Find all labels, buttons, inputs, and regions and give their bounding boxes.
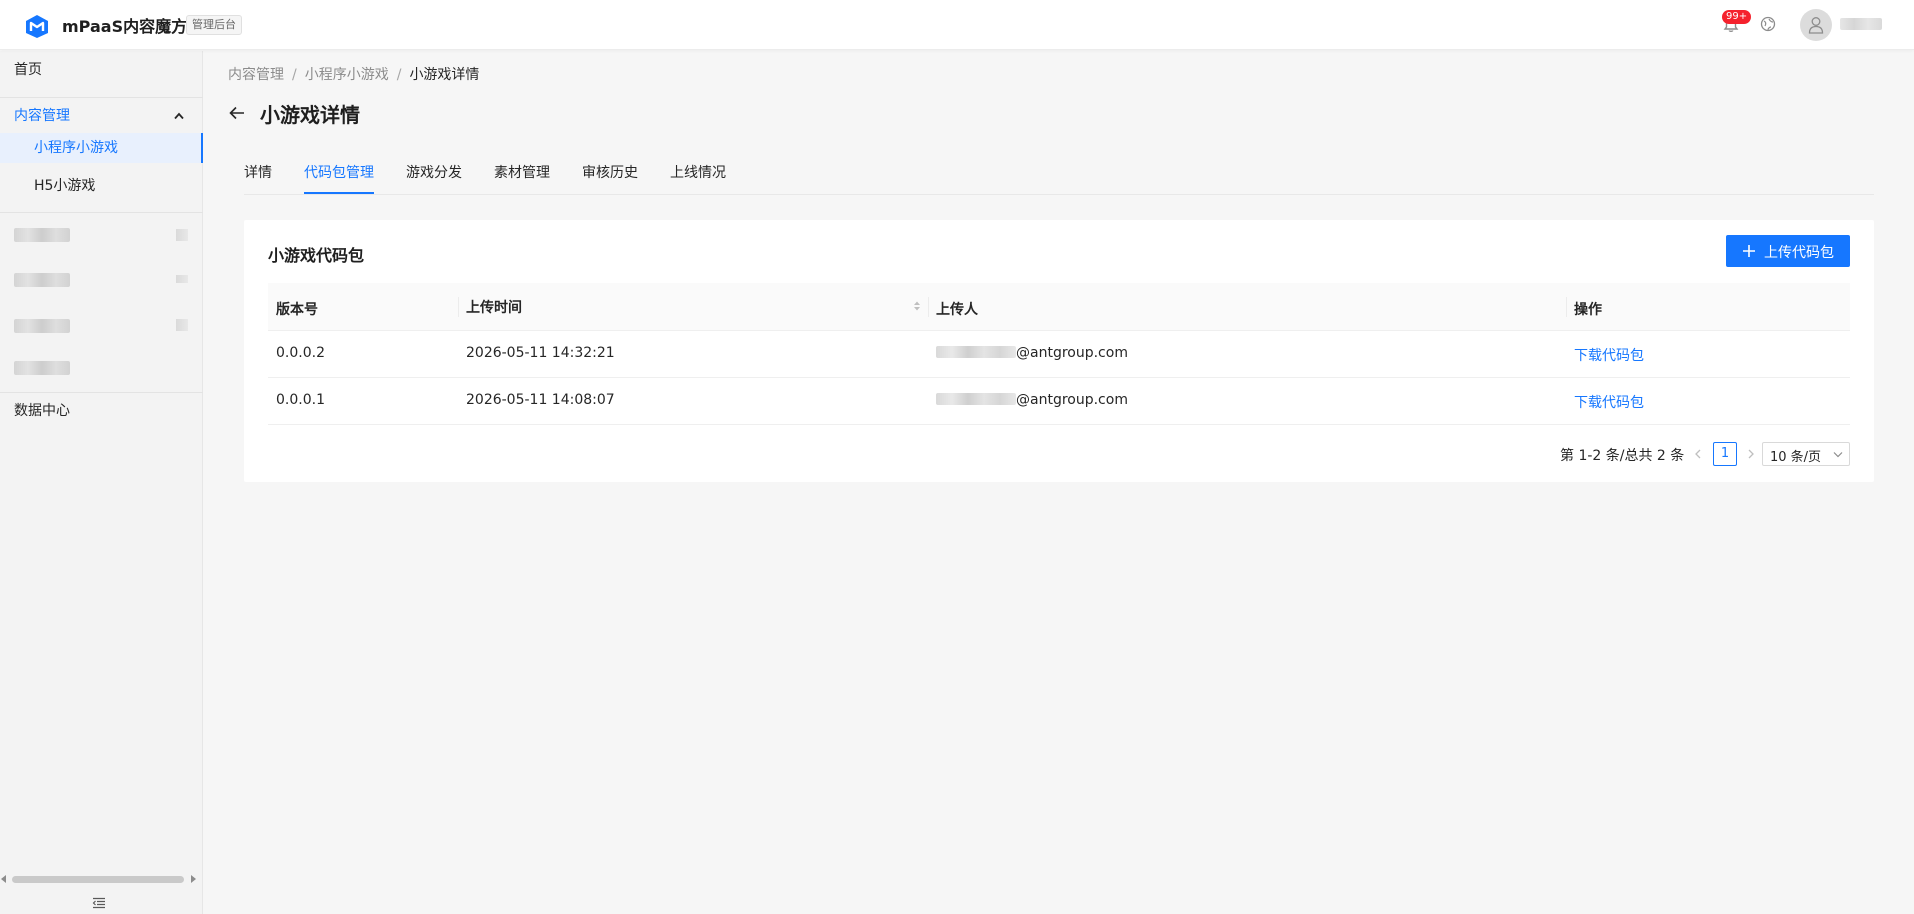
- tab-details[interactable]: 详情: [244, 162, 272, 182]
- email-redacted: [936, 393, 1016, 405]
- menu-collapse-icon[interactable]: [92, 897, 106, 909]
- breadcrumb: 内容管理 / 小程序小游戏 / 小游戏详情: [228, 64, 479, 84]
- sidebar-item-label: 首页: [14, 62, 42, 78]
- sidebar-item-data-center[interactable]: 数据中心: [0, 396, 203, 426]
- column-divider: [458, 297, 459, 317]
- pagination: 第 1-2 条/总共 2 条 1 10 条/页: [244, 442, 1874, 466]
- page-title: 小游戏详情: [260, 103, 360, 127]
- upload-code-package-button[interactable]: 上传代码包: [1726, 235, 1850, 267]
- sidebar-horizontal-scrollbar[interactable]: [0, 873, 203, 885]
- globe-icon[interactable]: [1760, 16, 1776, 32]
- column-header-version: 版本号: [276, 302, 318, 318]
- sidebar-item-label: 内容管理: [14, 108, 70, 124]
- uploader-cell: @antgroup.com: [936, 345, 1128, 361]
- top-header: mPaaS内容魔方 管理后台 99+: [0, 0, 1914, 50]
- sidebar-item-redacted[interactable]: [14, 361, 70, 375]
- table-header: 版本号 上传时间 上传人 操作: [268, 283, 1850, 331]
- email-redacted: [936, 346, 1016, 358]
- chevron-up-icon: [174, 112, 184, 120]
- scroll-right-arrow-icon[interactable]: [191, 875, 196, 883]
- app-name: mPaaS内容魔方: [62, 17, 188, 36]
- sidebar-item-label: 数据中心: [14, 403, 70, 419]
- chevron-down-icon: [1833, 452, 1843, 458]
- back-arrow-icon[interactable]: [228, 104, 246, 122]
- download-code-package-link[interactable]: 下载代码包: [1574, 392, 1644, 412]
- tab-distribution[interactable]: 游戏分发: [406, 162, 462, 182]
- sidebar-item-mini-games[interactable]: 小程序小游戏: [0, 133, 203, 163]
- sidebar-arrow-redacted: [176, 275, 188, 283]
- sidebar-arrow-redacted: [176, 229, 188, 241]
- scrollbar-thumb[interactable]: [12, 876, 184, 883]
- sidebar-divider: [0, 212, 203, 213]
- breadcrumb-current: 小游戏详情: [409, 67, 480, 83]
- user-avatar[interactable]: [1800, 9, 1832, 41]
- logo-icon[interactable]: [24, 13, 50, 39]
- active-tab-indicator: [304, 192, 374, 194]
- upload-time-cell: 2026-05-11 14:08:07: [466, 392, 615, 408]
- tab-online-status[interactable]: 上线情况: [670, 162, 726, 182]
- sidebar-arrow-redacted: [176, 319, 188, 331]
- upload-time-cell: 2026-05-11 14:32:21: [466, 345, 615, 361]
- tab-review-history[interactable]: 审核历史: [582, 162, 638, 182]
- username-redacted[interactable]: [1840, 18, 1882, 30]
- notification-badge: 99+: [1722, 10, 1752, 24]
- sidebar: 首页 内容管理 小程序小游戏 H5小游戏 数据中心: [0, 51, 203, 914]
- download-code-package-link[interactable]: 下载代码包: [1574, 345, 1644, 365]
- breadcrumb-separator: /: [292, 67, 297, 83]
- admin-tag: 管理后台: [186, 15, 242, 35]
- column-divider: [1566, 297, 1567, 317]
- upload-button-label: 上传代码包: [1764, 245, 1834, 261]
- sidebar-item-label: H5小游戏: [34, 178, 96, 194]
- column-header-actions: 操作: [1574, 302, 1602, 318]
- table-row: 0.0.0.2 2026-05-11 14:32:21 @antgroup.co…: [268, 331, 1850, 378]
- column-header-uploader: 上传人: [936, 302, 978, 318]
- code-package-card: 小游戏代码包 上传代码包 版本号 上传时间 上传人 操作 0.0.0.2 202…: [244, 220, 1874, 482]
- sidebar-item-redacted[interactable]: [14, 319, 70, 333]
- next-page-icon[interactable]: [1747, 449, 1755, 459]
- sidebar-item-h5-games[interactable]: H5小游戏: [0, 171, 203, 201]
- version-cell: 0.0.0.2: [276, 345, 325, 361]
- uploader-domain: @antgroup.com: [1016, 392, 1128, 408]
- plus-icon: [1743, 245, 1755, 257]
- pagination-total: 第 1-2 条/总共 2 条: [1560, 448, 1685, 464]
- sidebar-divider: [0, 392, 203, 393]
- page-size-value: 10 条/页: [1770, 450, 1822, 465]
- detail-tabs: 详情 代码包管理 游戏分发 素材管理 审核历史 上线情况: [244, 150, 1874, 195]
- page-item-current[interactable]: 1: [1713, 442, 1737, 466]
- sidebar-item-content-management[interactable]: 内容管理: [0, 101, 203, 131]
- uploader-cell: @antgroup.com: [936, 392, 1128, 408]
- breadcrumb-item[interactable]: 小程序小游戏: [305, 67, 389, 83]
- page-size-select[interactable]: 10 条/页: [1762, 442, 1850, 466]
- tab-materials[interactable]: 素材管理: [494, 162, 550, 182]
- sidebar-divider: [0, 97, 203, 98]
- card-title: 小游戏代码包: [268, 246, 365, 265]
- sidebar-item-label: 小程序小游戏: [34, 140, 118, 156]
- tab-code-package[interactable]: 代码包管理: [304, 162, 374, 182]
- scroll-left-arrow-icon[interactable]: [1, 875, 6, 883]
- column-divider: [928, 297, 929, 317]
- sort-icon[interactable]: [913, 300, 921, 312]
- version-cell: 0.0.0.1: [276, 392, 325, 408]
- sidebar-item-redacted[interactable]: [14, 273, 70, 287]
- table-row: 0.0.0.1 2026-05-11 14:08:07 @antgroup.co…: [268, 378, 1850, 425]
- sidebar-item-redacted[interactable]: [14, 228, 70, 242]
- breadcrumb-separator: /: [396, 67, 402, 83]
- sidebar-item-home[interactable]: 首页: [0, 55, 203, 85]
- breadcrumb-item[interactable]: 内容管理: [228, 67, 284, 83]
- uploader-domain: @antgroup.com: [1016, 345, 1128, 361]
- user-icon: [1808, 17, 1824, 34]
- prev-page-icon[interactable]: [1694, 449, 1702, 459]
- column-header-upload-time[interactable]: 上传时间: [466, 297, 522, 317]
